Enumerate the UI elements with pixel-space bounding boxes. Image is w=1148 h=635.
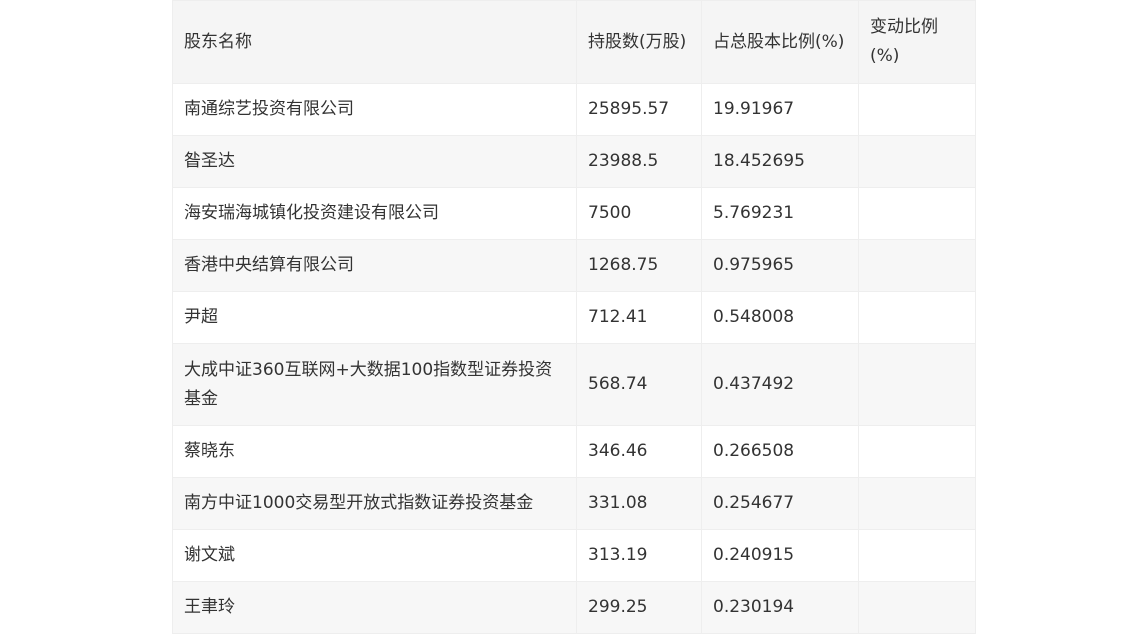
header-change-ratio: 变动比例(%) [858, 0, 976, 84]
cell-share-ratio: 0.975965 [701, 239, 859, 292]
shareholder-table-container: 股东名称 持股数(万股) 占总股本比例(%) 变动比例(%) 南通综艺投资有限公… [172, 0, 976, 634]
cell-share-count: 568.74 [576, 343, 702, 426]
cell-share-count: 23988.5 [576, 135, 702, 188]
table-row: 海安瑞海城镇化投资建设有限公司 7500 5.769231 [172, 187, 976, 240]
cell-change-ratio [858, 135, 976, 188]
cell-share-ratio: 0.254677 [701, 477, 859, 530]
cell-shareholder-name: 海安瑞海城镇化投资建设有限公司 [172, 187, 577, 240]
cell-share-ratio: 0.240915 [701, 529, 859, 582]
table-row: 蔡晓东 346.46 0.266508 [172, 425, 976, 478]
cell-share-ratio: 0.266508 [701, 425, 859, 478]
cell-change-ratio [858, 343, 976, 426]
cell-change-ratio [858, 83, 976, 136]
cell-share-count: 331.08 [576, 477, 702, 530]
cell-change-ratio [858, 291, 976, 344]
cell-change-ratio [858, 239, 976, 292]
cell-change-ratio [858, 187, 976, 240]
cell-share-count: 7500 [576, 187, 702, 240]
table-row: 王聿玲 299.25 0.230194 [172, 581, 976, 634]
header-row: 股东名称 持股数(万股) 占总股本比例(%) 变动比例(%) [172, 0, 976, 84]
table-row: 南通综艺投资有限公司 25895.57 19.91967 [172, 83, 976, 136]
header-share-ratio: 占总股本比例(%) [701, 0, 859, 84]
cell-share-ratio: 18.452695 [701, 135, 859, 188]
table-row: 香港中央结算有限公司 1268.75 0.975965 [172, 239, 976, 292]
table-row: 南方中证1000交易型开放式指数证券投资基金 331.08 0.254677 [172, 477, 976, 530]
table-row: 大成中证360互联网+大数据100指数型证券投资基金 568.74 0.4374… [172, 343, 976, 426]
header-share-count: 持股数(万股) [576, 0, 702, 84]
cell-share-ratio: 0.548008 [701, 291, 859, 344]
shareholder-table: 股东名称 持股数(万股) 占总股本比例(%) 变动比例(%) 南通综艺投资有限公… [172, 0, 976, 634]
cell-share-count: 313.19 [576, 529, 702, 582]
cell-change-ratio [858, 477, 976, 530]
cell-change-ratio [858, 529, 976, 582]
cell-share-ratio: 0.230194 [701, 581, 859, 634]
table-row: 谢文斌 313.19 0.240915 [172, 529, 976, 582]
cell-share-count: 712.41 [576, 291, 702, 344]
cell-shareholder-name: 香港中央结算有限公司 [172, 239, 577, 292]
cell-change-ratio [858, 425, 976, 478]
table-body: 南通综艺投资有限公司 25895.57 19.91967 昝圣达 23988.5… [172, 83, 976, 634]
table-row: 尹超 712.41 0.548008 [172, 291, 976, 344]
cell-change-ratio [858, 581, 976, 634]
table-header: 股东名称 持股数(万股) 占总股本比例(%) 变动比例(%) [172, 0, 976, 84]
cell-shareholder-name: 南通综艺投资有限公司 [172, 83, 577, 136]
cell-share-ratio: 5.769231 [701, 187, 859, 240]
cell-shareholder-name: 王聿玲 [172, 581, 577, 634]
cell-shareholder-name: 昝圣达 [172, 135, 577, 188]
cell-share-ratio: 0.437492 [701, 343, 859, 426]
cell-share-ratio: 19.91967 [701, 83, 859, 136]
cell-shareholder-name: 大成中证360互联网+大数据100指数型证券投资基金 [172, 343, 577, 426]
cell-shareholder-name: 南方中证1000交易型开放式指数证券投资基金 [172, 477, 577, 530]
cell-shareholder-name: 蔡晓东 [172, 425, 577, 478]
header-shareholder-name: 股东名称 [172, 0, 577, 84]
cell-share-count: 299.25 [576, 581, 702, 634]
cell-share-count: 346.46 [576, 425, 702, 478]
cell-shareholder-name: 尹超 [172, 291, 577, 344]
table-row: 昝圣达 23988.5 18.452695 [172, 135, 976, 188]
cell-share-count: 1268.75 [576, 239, 702, 292]
cell-shareholder-name: 谢文斌 [172, 529, 577, 582]
cell-share-count: 25895.57 [576, 83, 702, 136]
